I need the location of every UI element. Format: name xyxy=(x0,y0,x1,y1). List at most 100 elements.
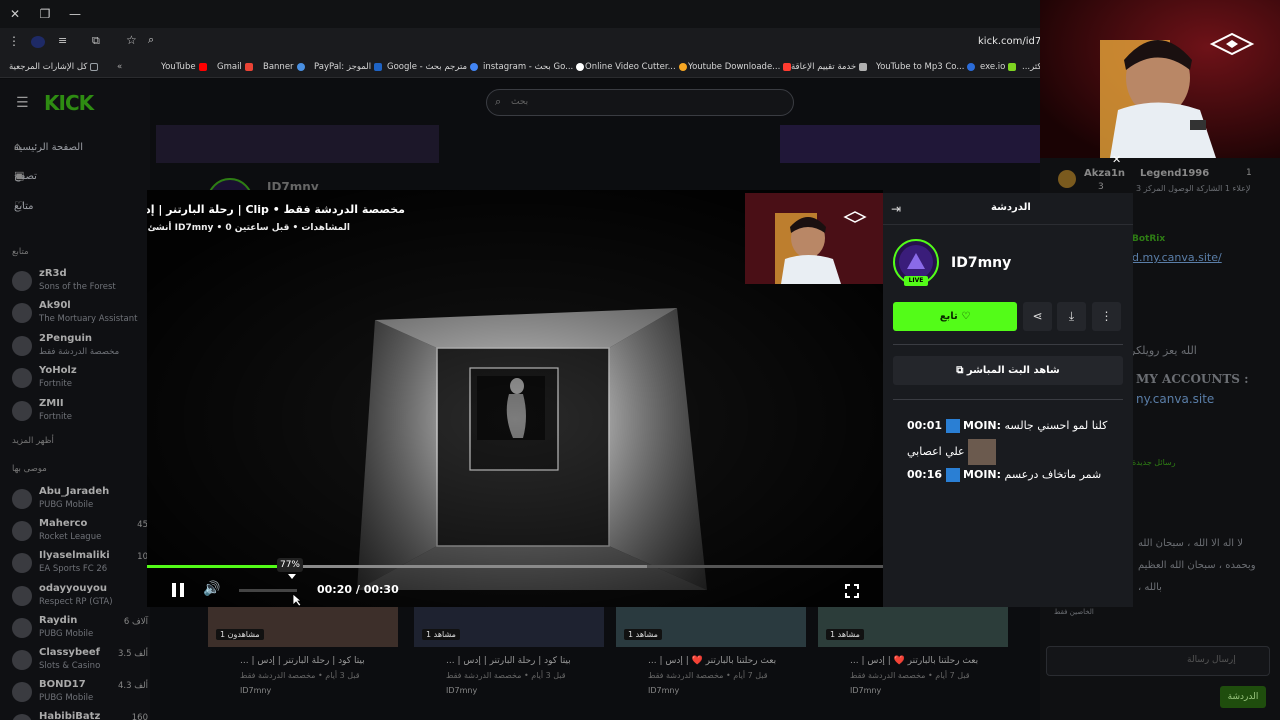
recommended-channel[interactable]: Maherco Rocket League 45 xyxy=(12,518,148,548)
following-channel[interactable]: 2Penguin مخصصة الدردشة فقط xyxy=(12,333,148,363)
minimize-window-icon[interactable]: — xyxy=(66,5,84,23)
chat-message: وبحمده ، سبحان الله العظيم xyxy=(1138,560,1256,571)
download-icon[interactable]: ⤓ xyxy=(1057,302,1086,331)
home-icon: ⌂ xyxy=(14,140,21,153)
clip-side-panel: ⇥ الدردشة ✕ LIVE ID7mny تابع ♡ ⋖ ⤓ ⋮ ⧉ ش… xyxy=(883,153,1133,607)
chat-message-cont: علي اعصابي xyxy=(907,439,997,465)
nav-home[interactable]: الصفحة الرئيسية xyxy=(14,138,134,156)
card-user[interactable]: ID7mny xyxy=(648,686,679,695)
card-title[interactable]: بعث رحلتنا بالبارتنر ❤️ | إدس | ... xyxy=(648,656,776,666)
pause-icon[interactable] xyxy=(171,582,185,598)
video-card[interactable]: مشاهدون 1 xyxy=(208,607,398,647)
channel-game: PUBG Mobile xyxy=(39,693,94,703)
bookmark-paypal[interactable]: PayPal: الموجز xyxy=(314,59,383,75)
video-card[interactable]: 1 مشاهد xyxy=(414,607,604,647)
card-user[interactable]: ID7mny xyxy=(850,686,881,695)
progress-played[interactable] xyxy=(147,565,279,568)
leaderboard-user: Akza1n xyxy=(1084,168,1126,179)
recommended-channel[interactable]: Abu_Jaradeh PUBG Mobile xyxy=(12,486,148,516)
following-channel[interactable]: YoHolz Fortnite xyxy=(12,365,148,395)
following-channel[interactable]: ZMII Fortnite xyxy=(12,398,148,428)
bookmark-banner[interactable]: Banner xyxy=(263,59,305,75)
search-input[interactable]: ⌕ بحث xyxy=(486,89,794,116)
bookmark-gmail[interactable]: Gmail xyxy=(217,59,253,75)
clip-title: مخصصة الدردشة فقط • Clip | رحلة البارتنر… xyxy=(147,203,405,216)
following-channel[interactable]: Ak90l The Mortuary Assistant xyxy=(12,300,148,330)
bookmark-yt-downloader[interactable]: Youtube Downloade... xyxy=(688,59,792,75)
show-more-link[interactable]: أظهر المزيد xyxy=(12,436,54,446)
recommended-channel[interactable]: Ilyaselmaliki EA Sports FC 26 10 xyxy=(12,550,148,580)
volume-slider[interactable] xyxy=(239,589,297,592)
recommended-channel[interactable]: Raydin PUBG Mobile 6 آلاف xyxy=(12,615,148,645)
paypal-icon xyxy=(374,63,383,71)
bookmark-label: Youtube Downloade... xyxy=(688,62,781,72)
extension-icon[interactable] xyxy=(31,36,45,48)
extensions-puzzle-icon[interactable]: ⧉ xyxy=(92,34,100,48)
bookmark-instagram[interactable]: instagram - بحث Go... xyxy=(483,59,585,75)
bookmark-more[interactable]: ...كثر xyxy=(1022,59,1041,75)
chat-link[interactable]: d.my.canva.site/ xyxy=(1132,251,1222,264)
watch-live-button[interactable]: ⧉ شاهد البث المباشر xyxy=(893,356,1123,385)
card-user[interactable]: ID7mny xyxy=(240,686,271,695)
chat-link[interactable]: ny.canva.site xyxy=(1136,392,1214,406)
globe-icon xyxy=(296,63,305,71)
chat-message: 00:01 MOIN: كلنا لمو احسني جالسه xyxy=(907,419,1107,433)
fullscreen-icon[interactable] xyxy=(845,583,859,598)
channel-name: YoHolz xyxy=(39,365,77,376)
bookmark-video-cutter[interactable]: Online Video Cutter... xyxy=(585,59,687,75)
message-user[interactable]: MOIN: xyxy=(963,468,1001,481)
recommended-channel[interactable]: BOND17 PUBG Mobile 4.3 ألف xyxy=(12,679,148,709)
bookmark-youtube[interactable]: YouTube xyxy=(161,59,207,75)
recommended-channel[interactable]: Classybeef Slots & Casino 3.5 ألف xyxy=(12,647,148,677)
follow-button[interactable]: تابع ♡ xyxy=(893,302,1017,331)
bookmark-translate[interactable]: Google - مترجم بحث xyxy=(387,59,479,75)
message-text: شمر ماتخاف درعسم xyxy=(1004,468,1102,481)
volume-icon[interactable]: 🔊 xyxy=(203,581,220,597)
collapse-panel-icon[interactable]: ⇥ xyxy=(891,202,901,216)
zoom-icon[interactable]: ⌕ xyxy=(148,33,154,47)
new-messages-divider[interactable]: رسائل جديدة xyxy=(1132,458,1176,467)
channel-name: Raydin xyxy=(39,615,78,626)
close-window-icon[interactable]: ✕ xyxy=(6,5,24,23)
send-chat-button[interactable]: الدردشة xyxy=(1220,686,1266,708)
leaderboard-count: 3 xyxy=(1098,182,1104,192)
video-card[interactable]: 1 مشاهد xyxy=(616,607,806,647)
bookmark-exeio[interactable]: exe.io xyxy=(980,59,1017,75)
menu-kebab-icon[interactable]: ⋮ xyxy=(8,34,20,48)
recommended-channel[interactable]: odayyouyou Respect RP (GTA) xyxy=(12,583,148,613)
chat-input[interactable]: إرسال رسالة xyxy=(1046,646,1270,676)
media-icon[interactable]: ≡ xyxy=(58,34,67,47)
bookmark-star-icon[interactable]: ☆ xyxy=(126,33,137,47)
bookmark-all[interactable]: كل الإشارات المرجعية xyxy=(9,59,99,75)
kick-logo[interactable]: KICK xyxy=(44,91,94,115)
close-icon[interactable]: ✕ xyxy=(1112,153,1121,166)
bookmark-disability[interactable]: خدمة تقييم الإعاقة xyxy=(791,59,868,75)
leaderboard-count: 1 xyxy=(1246,168,1252,178)
chat-message: لا اله الا الله ، سبحان الله xyxy=(1138,538,1243,549)
card-user[interactable]: ID7mny xyxy=(446,686,477,695)
nav-following[interactable]: متابع xyxy=(14,197,134,215)
share-icon[interactable]: ⋖ xyxy=(1023,302,1052,331)
search-icon: ⌕ xyxy=(495,95,502,108)
card-title[interactable]: بعث رحلتنا بالبارتنر ❤️ | إدس | ... xyxy=(850,656,978,666)
following-channel[interactable]: zR3d Sons of the Forest xyxy=(12,268,148,298)
card-title[interactable]: بيتا كود | رحلة البارتنر | إدس | ... xyxy=(446,656,571,666)
recommended-channel[interactable]: HabibiBatz 160 xyxy=(12,711,148,720)
channel-name[interactable]: ID7mny xyxy=(951,255,1011,271)
bookmark-mp3[interactable]: YouTube to Mp3 Co... xyxy=(876,59,976,75)
video-card[interactable]: 1 مشاهد xyxy=(818,607,1008,647)
viewer-count: 3.5 ألف xyxy=(118,649,148,659)
channel-game: Fortnite xyxy=(39,412,72,422)
message-time: 00:01 xyxy=(907,419,943,432)
message-user[interactable]: MOIN: xyxy=(963,419,1001,432)
nav-browse[interactable]: تصفح xyxy=(14,167,134,185)
panel-title: الدردشة xyxy=(991,202,1031,213)
more-options-icon[interactable]: ⋮ xyxy=(1092,302,1121,331)
hamburger-icon[interactable]: ☰ xyxy=(16,95,29,111)
channel-name: odayyouyou xyxy=(39,583,108,594)
chevron-more-icon[interactable]: « xyxy=(117,59,122,75)
card-title[interactable]: بيتا كود | رحلة البارتنر | إدس | ... xyxy=(240,656,365,666)
exeio-icon xyxy=(1008,63,1017,71)
viewer-count: 6 آلاف xyxy=(123,617,148,627)
restore-window-icon[interactable]: ❐ xyxy=(36,5,54,23)
